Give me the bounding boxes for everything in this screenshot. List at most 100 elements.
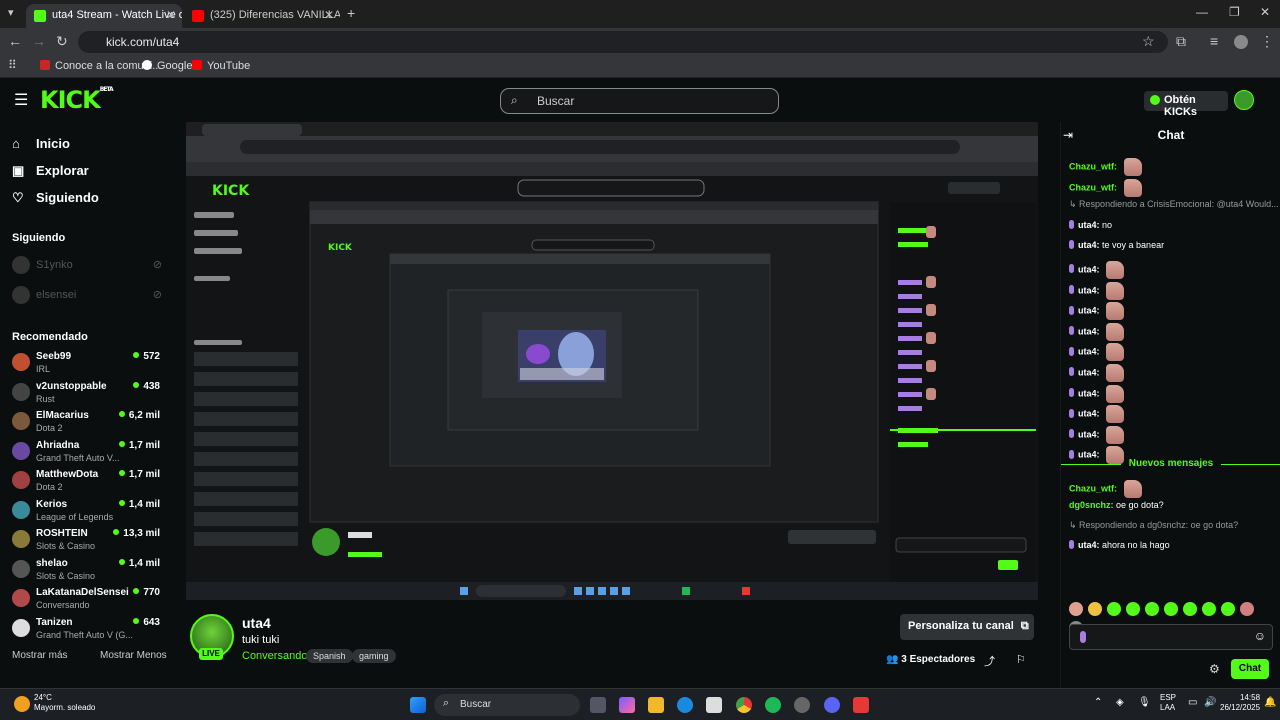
store-icon[interactable] [706, 697, 722, 713]
chat-username[interactable]: uta4: [1078, 429, 1100, 439]
clock[interactable]: 14:58 26/12/2025 [1220, 693, 1260, 713]
chat-username[interactable]: uta4: [1078, 409, 1100, 419]
stream-category[interactable]: Conversando [242, 650, 307, 662]
emote-icon[interactable] [1183, 602, 1197, 616]
file-explorer-icon[interactable] [648, 697, 664, 713]
reply-context[interactable]: ↳ Respondiendo a CrisisEmocional: @uta4 … [1069, 199, 1279, 210]
task-view-icon[interactable] [590, 697, 606, 713]
microphone-icon[interactable]: 🎙 [1138, 697, 1151, 708]
recommended-channel[interactable]: shelao Slots & Casino 1,4 mil [12, 558, 160, 586]
chat-input[interactable]: ☺ [1069, 624, 1273, 650]
bookmark-star-icon[interactable]: ☆ [1142, 33, 1155, 50]
chat-username[interactable]: uta4: [1078, 540, 1100, 550]
recommended-channel[interactable]: Ahriadna Grand Theft Auto V... 1,7 mil [12, 440, 160, 468]
language-indicator[interactable]: ESP LAA [1160, 693, 1176, 713]
tag-spanish[interactable]: Spanish [306, 649, 353, 663]
following-item[interactable]: elsensei ⊘ [12, 286, 162, 304]
emoji-icon[interactable]: ☺ [1254, 629, 1266, 643]
close-tab-icon[interactable]: ✕ [166, 8, 176, 22]
emote-icon[interactable] [1107, 602, 1121, 616]
tag-gaming[interactable]: gaming [352, 649, 396, 663]
emote-icon[interactable] [1126, 602, 1140, 616]
chat-username[interactable]: uta4: [1078, 367, 1100, 377]
network-icon[interactable]: ▭ [1188, 697, 1197, 708]
recommended-channel[interactable]: LaKatanaDelSensei Conversando 770 [12, 587, 160, 615]
show-more-link[interactable]: Mostrar más [12, 650, 68, 661]
spotify-icon[interactable] [765, 697, 781, 713]
settings-gear-icon[interactable]: ⚙ [1209, 662, 1220, 676]
chat-username[interactable]: Chazu_wtf: [1069, 182, 1117, 192]
chat-username[interactable]: Chazu_wtf: [1069, 483, 1117, 493]
video-player[interactable]: KICK KICK [186, 122, 1038, 600]
chat-username[interactable]: uta4: [1078, 347, 1100, 357]
tab-kick-stream[interactable]: uta4 Stream - Watch Live on Ki ✕ [26, 4, 182, 28]
chat-username[interactable]: dg0snchz: [1069, 500, 1114, 510]
send-chat-button[interactable]: Chat [1231, 659, 1269, 679]
recommended-channel[interactable]: ElMacarius Dota 2 6,2 mil [12, 410, 160, 438]
nav-explorar[interactable]: ▣ Explorar [12, 163, 89, 179]
tray-chevron-icon[interactable]: ⌃ [1094, 697, 1102, 708]
show-less-link[interactable]: Mostrar Menos [100, 650, 167, 661]
tab-list-icon[interactable]: ▾ [8, 6, 14, 19]
tab-youtube[interactable]: (325) Diferencias VANILLA vs 2( ✕ [184, 4, 340, 28]
bookmark-item[interactable]: Google [142, 60, 192, 72]
close-window-icon[interactable]: ✕ [1260, 5, 1270, 19]
emote-icon[interactable] [1221, 602, 1235, 616]
get-kicks-button[interactable]: Obtén KICKs [1144, 91, 1228, 118]
emote-icon[interactable] [1202, 602, 1216, 616]
chat-username[interactable]: uta4: [1078, 240, 1100, 250]
nav-inicio[interactable]: ⌂ Inicio [12, 136, 70, 151]
red-app-icon[interactable] [853, 697, 869, 713]
new-messages-divider[interactable]: Nuevos mensajes [1061, 458, 1280, 472]
chat-username[interactable]: uta4: [1078, 220, 1100, 230]
customize-channel-button[interactable]: Personaliza tu canal ⧉ [900, 614, 1034, 640]
tray-app-icon[interactable]: ◈ [1116, 697, 1124, 708]
emote-icon[interactable] [1240, 602, 1254, 616]
recommended-channel[interactable]: ROSHTEIN Slots & Casino 13,3 mil [12, 528, 160, 556]
recommended-channel[interactable]: Kerios League of Legends 1,4 mil [12, 499, 160, 527]
hamburger-menu-icon[interactable]: ☰ [14, 90, 28, 110]
chat-username[interactable]: uta4: [1078, 326, 1100, 336]
chat-username[interactable]: uta4: [1078, 264, 1100, 274]
media-icon[interactable]: ≡ [1210, 33, 1218, 49]
recommended-channel[interactable]: Seeb99 IRL 572 [12, 351, 160, 379]
steam-icon[interactable] [794, 697, 810, 713]
bookmark-item[interactable]: YouTube [192, 60, 250, 72]
chrome-icon[interactable] [736, 697, 752, 713]
user-avatar[interactable] [1234, 90, 1254, 110]
share-icon[interactable]: ⤴ [984, 653, 995, 669]
apps-grid-icon[interactable]: ⠿ [8, 58, 17, 72]
reload-icon[interactable]: ↻ [56, 33, 68, 50]
chat-username[interactable]: uta4: [1078, 285, 1100, 295]
notifications-icon[interactable]: 🔔 [1264, 697, 1276, 708]
recommended-channel[interactable]: Tanizen Grand Theft Auto V (G... 643 [12, 617, 160, 645]
emote-icon[interactable] [1145, 602, 1159, 616]
menu-icon[interactable]: ⋮ [1260, 33, 1274, 50]
back-icon[interactable]: ← [8, 33, 22, 49]
copilot-icon[interactable] [619, 697, 635, 713]
minimize-icon[interactable]: — [1196, 5, 1208, 19]
chat-username[interactable]: uta4: [1078, 306, 1100, 316]
recommended-channel[interactable]: v2unstoppable Rust 438 [12, 381, 160, 409]
streamer-name[interactable]: uta4 [242, 615, 271, 631]
emote-icon[interactable] [1164, 602, 1178, 616]
close-tab-icon[interactable]: ✕ [324, 8, 334, 22]
profile-avatar[interactable] [1234, 35, 1248, 49]
discord-icon[interactable] [824, 697, 840, 713]
new-tab-icon[interactable]: + [347, 5, 355, 21]
extensions-icon[interactable]: ⧉ [1176, 33, 1186, 50]
user-plus-icon[interactable]: ⚐ [1016, 653, 1026, 666]
taskbar-search[interactable]: ⌕ Buscar [434, 694, 580, 716]
edge-icon[interactable] [677, 697, 693, 713]
volume-icon[interactable]: 🔊 [1204, 697, 1216, 708]
following-item[interactable]: S1ynko ⊘ [12, 256, 162, 274]
chat-username[interactable]: uta4: [1078, 388, 1100, 398]
kick-logo[interactable]: KICKBETA [40, 86, 114, 114]
forward-icon[interactable]: → [32, 33, 46, 49]
maximize-icon[interactable]: ❐ [1229, 5, 1240, 19]
nav-siguiendo[interactable]: ♡ Siguiendo [12, 190, 99, 206]
chat-username[interactable]: Chazu_wtf: [1069, 161, 1117, 171]
search-input[interactable]: ⌕ Buscar [500, 88, 779, 114]
recommended-channel[interactable]: MatthewDota Dota 2 1,7 mil [12, 469, 160, 497]
weather-widget[interactable]: 24°C Mayorm. soleado [34, 693, 95, 713]
